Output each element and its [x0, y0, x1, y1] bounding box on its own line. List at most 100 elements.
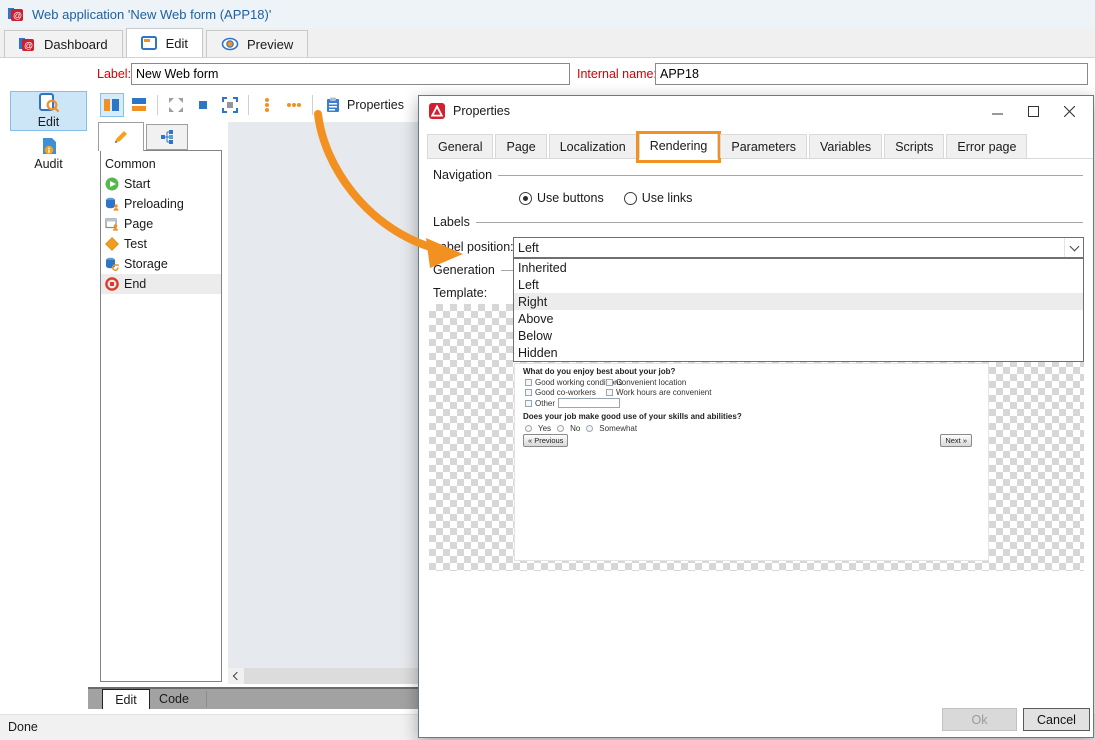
node-icon [195, 97, 211, 113]
dialog-tab-label: Variables [820, 140, 871, 154]
toolbox-tab-structure[interactable] [146, 124, 188, 150]
combobox-dropdown-button[interactable] [1064, 238, 1083, 257]
tab-preview[interactable]: Preview [206, 30, 308, 57]
vertical-dots-icon [259, 97, 275, 113]
audit-icon [40, 137, 58, 155]
bottom-tab-edit[interactable]: Edit [102, 689, 150, 709]
bottom-tab-edit-label: Edit [115, 693, 137, 707]
navigation-group-header: Navigation [433, 168, 1083, 182]
dropdown-option-label: Inherited [518, 261, 567, 275]
preview-checkbox-label: Good co-workers [535, 388, 596, 397]
sidebar-audit-label: Audit [34, 157, 63, 171]
dialog-tab-label: Parameters [731, 140, 796, 154]
label-position-caption: Label position: [433, 240, 514, 254]
fit-selection-button[interactable] [218, 93, 242, 117]
scroll-left-button[interactable] [228, 668, 244, 684]
dialog-tab-rendering[interactable]: Rendering [639, 133, 719, 159]
preview-radio-label: No [570, 424, 580, 433]
use-links-radio[interactable]: Use links [624, 191, 693, 205]
dialog-tab-variables[interactable]: Variables [809, 134, 882, 158]
bottom-tab-code[interactable]: Code [150, 689, 198, 709]
eye-icon [221, 36, 239, 52]
toolbar-separator [312, 95, 313, 115]
dialog-tab-page[interactable]: Page [495, 134, 546, 158]
toolbox-item-label: Test [124, 237, 147, 251]
dropdown-option-label: Below [518, 329, 552, 343]
node-button[interactable] [191, 93, 215, 117]
sidebar-edit-button[interactable]: Edit [10, 91, 87, 131]
dashboard-icon: @ [19, 36, 36, 52]
dialog-tab-label: Localization [560, 140, 626, 154]
tree-icon [160, 129, 175, 145]
combobox-value: Left [518, 241, 539, 255]
main-tabbar: @ Dashboard Edit Preview [0, 28, 1095, 58]
label-input[interactable] [131, 63, 570, 85]
dropdown-option-above[interactable]: Above [514, 310, 1083, 327]
cancel-button[interactable]: Cancel [1023, 708, 1090, 731]
label-position-combobox[interactable]: Left [513, 237, 1084, 258]
dropdown-option-inherited[interactable]: Inherited [514, 259, 1083, 276]
preloading-icon [105, 197, 119, 211]
radio-icon [586, 425, 593, 432]
design-canvas[interactable] [228, 122, 418, 668]
vertical-more-button[interactable] [255, 93, 279, 117]
start-icon [105, 177, 119, 191]
preview-checkbox-row: Work hours are convenient [606, 388, 711, 397]
maximize-button[interactable] [1015, 96, 1051, 126]
preview-question-2: Does your job make good use of your skil… [523, 412, 742, 421]
fit-selection-icon [222, 97, 238, 113]
bottom-tabbar: Edit Code [88, 687, 418, 709]
dialog-tab-scripts[interactable]: Scripts [884, 134, 944, 158]
dialog-tab-parameters[interactable]: Parameters [720, 134, 807, 158]
preview-checkbox-label: Work hours are convenient [616, 388, 711, 397]
app-titlebar: @ Web application 'New Web form (APP18)' [0, 0, 1095, 28]
properties-clipboard-icon [325, 97, 341, 113]
dialog-tab-label: Error page [957, 140, 1016, 154]
dropdown-option-right[interactable]: Right [514, 293, 1083, 310]
columns-layout-button[interactable] [100, 93, 124, 117]
use-links-label: Use links [642, 191, 693, 205]
label-caption: Label: [97, 67, 131, 81]
labels-group-label: Labels [433, 215, 470, 229]
dropdown-option-left[interactable]: Left [514, 276, 1083, 293]
use-buttons-radio[interactable]: Use buttons [519, 191, 604, 205]
expand-button[interactable] [164, 93, 188, 117]
dropdown-option-below[interactable]: Below [514, 327, 1083, 344]
toolbox-item-test[interactable]: Test [101, 234, 221, 254]
dropdown-option-hidden[interactable]: Hidden [514, 344, 1083, 361]
close-button[interactable] [1051, 96, 1087, 126]
page-icon [105, 217, 119, 231]
toolbox-item-label: Storage [124, 257, 168, 271]
dialog-tab-error-page[interactable]: Error page [946, 134, 1027, 158]
properties-dialog: Properties General Page Localization Ren… [418, 95, 1094, 738]
internal-name-input[interactable] [655, 63, 1088, 85]
toolbox-tab-draw[interactable] [98, 122, 144, 151]
toolbox-item-start[interactable]: Start [101, 174, 221, 194]
close-icon [1064, 106, 1075, 117]
tab-edit[interactable]: Edit [126, 28, 203, 57]
toolbox-item-label: Preloading [124, 197, 184, 211]
group-divider-line [498, 175, 1083, 176]
tab-dashboard[interactable]: @ Dashboard [4, 30, 123, 57]
toolbox-item-preloading[interactable]: Preloading [101, 194, 221, 214]
tab-dashboard-label: Dashboard [44, 37, 108, 52]
preview-other-label: Other [535, 399, 555, 408]
properties-button[interactable]: Properties [319, 93, 410, 117]
checkbox-icon [525, 400, 532, 407]
sidebar-audit-button[interactable]: Audit [10, 134, 87, 174]
toolbox-item-page[interactable]: Page [101, 214, 221, 234]
dropdown-option-label: Left [518, 278, 539, 292]
dialog-tab-general[interactable]: General [427, 134, 493, 158]
toolbox-item-end[interactable]: End [101, 274, 221, 294]
ok-button[interactable]: Ok [942, 708, 1017, 731]
horizontal-more-button[interactable] [282, 93, 306, 117]
dropdown-option-label: Hidden [518, 346, 558, 360]
minimize-button[interactable] [979, 96, 1015, 126]
rows-layout-button[interactable] [127, 93, 151, 117]
toolbox-item-label: End [124, 277, 146, 291]
dialog-title: Properties [453, 104, 510, 118]
canvas-hscrollbar[interactable] [228, 668, 418, 684]
navigation-group-label: Navigation [433, 168, 492, 182]
toolbox-item-storage[interactable]: Storage [101, 254, 221, 274]
dialog-tab-localization[interactable]: Localization [549, 134, 637, 158]
